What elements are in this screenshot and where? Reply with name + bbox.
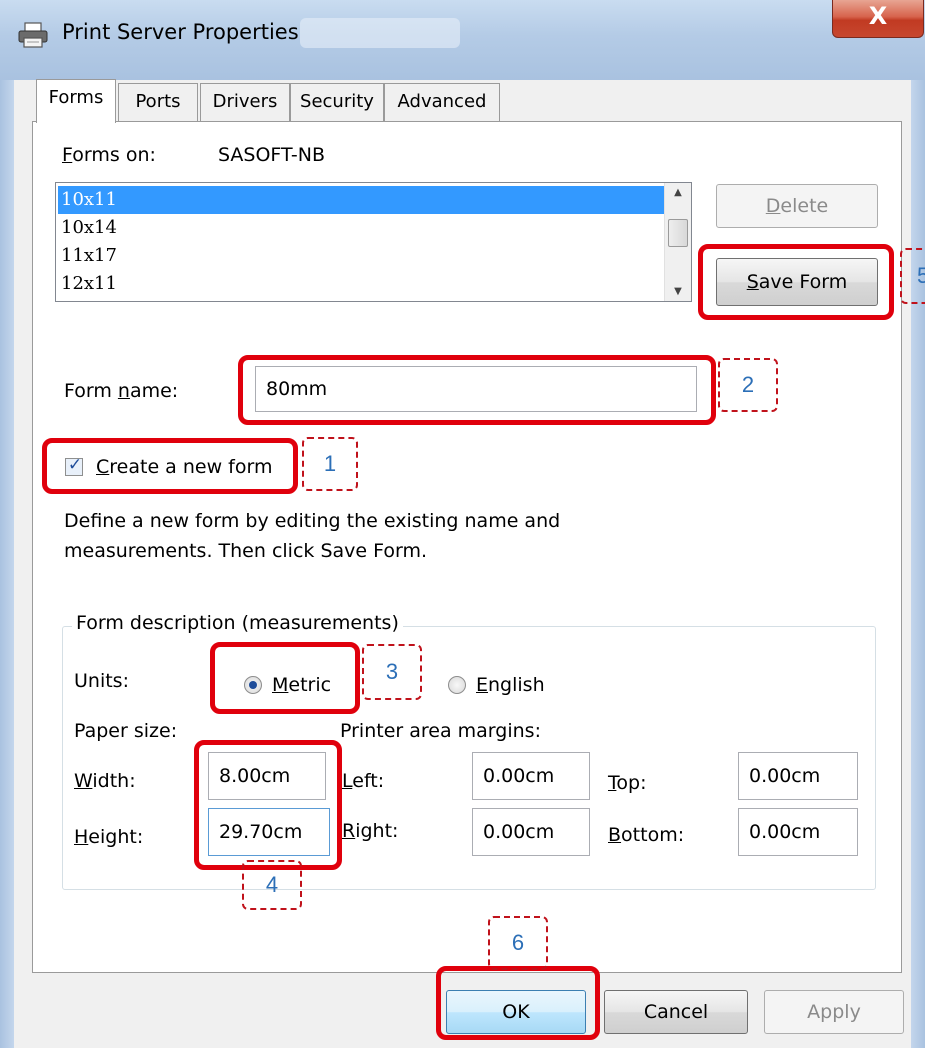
scroll-down-icon[interactable]: ▼ — [665, 286, 691, 297]
window-frame-left — [0, 80, 14, 1048]
tab-ports[interactable]: Ports — [118, 83, 198, 121]
bottom-margin-label: Bottom: — [608, 824, 685, 846]
highlight-form-name — [238, 355, 716, 425]
scroll-thumb[interactable] — [668, 219, 688, 247]
highlight-metric — [210, 642, 360, 714]
tab-drivers[interactable]: Drivers — [200, 83, 290, 121]
server-name: SASOFT-NB — [218, 144, 325, 166]
highlight-create-new-form — [42, 438, 298, 494]
width-label: Width: — [74, 770, 136, 792]
top-margin-input[interactable]: 0.00cm — [738, 752, 858, 800]
highlight-ok — [436, 966, 600, 1040]
list-item[interactable]: 11x17 — [58, 242, 665, 270]
delete-button[interactable]: Delete — [716, 184, 878, 228]
callout-2: 2 — [718, 358, 778, 412]
cancel-button[interactable]: Cancel — [604, 990, 748, 1034]
help-text-line1: Define a new form by editing the existin… — [64, 510, 561, 532]
close-button[interactable]: X — [832, 0, 924, 38]
printer-icon — [18, 22, 48, 48]
forms-on-label: Forms on: — [62, 144, 156, 166]
tab-forms[interactable]: Forms — [36, 79, 116, 123]
printer-margins-label: Printer area margins: — [340, 720, 541, 742]
right-margin-label: Right: — [342, 820, 399, 842]
apply-button[interactable]: Apply — [764, 990, 904, 1034]
scroll-up-icon[interactable]: ▲ — [665, 187, 691, 198]
callout-6: 6 — [488, 916, 548, 970]
callout-1: 1 — [302, 437, 358, 491]
left-margin-label: Left: — [342, 770, 385, 792]
highlight-paper-size — [194, 740, 342, 870]
list-item[interactable]: 10x14 — [58, 214, 665, 242]
left-margin-input[interactable]: 0.00cm — [472, 752, 590, 800]
help-text-line2: measurements. Then click Save Form. — [64, 540, 428, 562]
list-item[interactable]: 12x11 — [58, 270, 665, 298]
form-name-label: Form name: — [64, 380, 179, 402]
callout-5: 5 — [900, 248, 925, 304]
list-item[interactable]: 10x11 — [58, 186, 665, 214]
bottom-margin-input[interactable]: 0.00cm — [738, 808, 858, 856]
units-label: Units: — [74, 670, 129, 692]
english-radio[interactable] — [448, 676, 466, 694]
close-icon: X — [868, 2, 888, 30]
title-bar-glass — [300, 18, 460, 48]
listbox-scrollbar[interactable]: ▲ ▼ — [664, 183, 691, 301]
top-margin-label: Top: — [608, 772, 647, 794]
right-margin-input[interactable]: 0.00cm — [472, 808, 590, 856]
measurements-group-title: Form description (measurements) — [72, 612, 403, 634]
window-frame-right — [911, 80, 925, 1048]
window-title: Print Server Properties — [62, 20, 299, 44]
tab-advanced[interactable]: Advanced — [384, 83, 500, 121]
callout-3: 3 — [362, 644, 422, 700]
forms-listbox[interactable]: 10x11 10x14 11x17 12x11 ▲ ▼ — [55, 182, 692, 302]
callout-4: 4 — [242, 860, 302, 910]
paper-size-label: Paper size: — [74, 720, 178, 742]
highlight-save-form — [698, 244, 894, 320]
tab-security[interactable]: Security — [290, 83, 384, 121]
height-label: Height: — [74, 826, 144, 848]
english-label[interactable]: English — [476, 674, 545, 696]
